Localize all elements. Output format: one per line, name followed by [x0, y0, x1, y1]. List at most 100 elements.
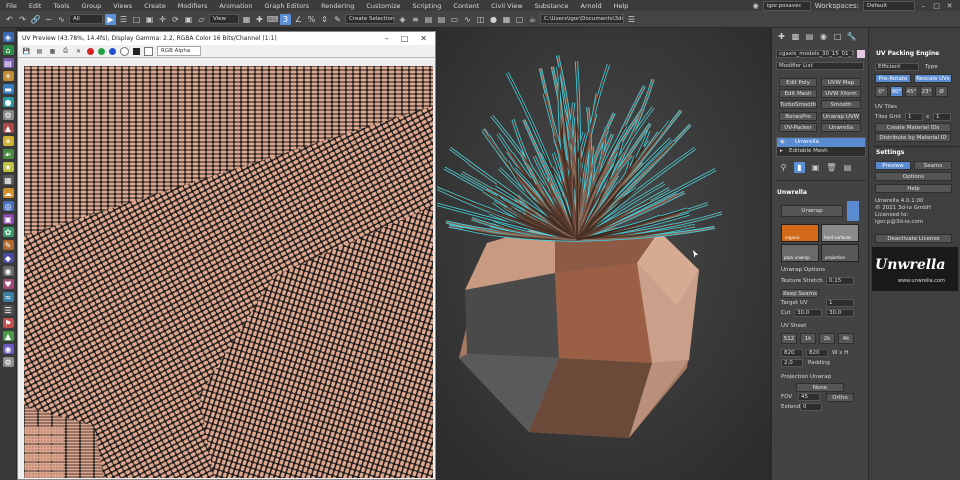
red-channel-icon[interactable] [87, 47, 94, 55]
rotate-icon[interactable]: ⟳ [170, 14, 181, 25]
uv-canvas[interactable] [24, 66, 433, 478]
pin-icon[interactable]: ▲ [2, 123, 14, 133]
menu-edit[interactable]: Edit [23, 2, 48, 10]
make-unique-icon[interactable]: ▣ [810, 162, 821, 173]
user-account[interactable]: igor.posavec [762, 0, 811, 11]
menu-content[interactable]: Content [447, 2, 485, 10]
turbosmooth-button[interactable]: TurboSmooth [779, 100, 817, 109]
menu-civil-view[interactable]: Civil View [485, 2, 528, 10]
schematic-view-icon[interactable]: ◫ [475, 14, 486, 25]
edit-named-sets-icon[interactable]: ✎ [332, 14, 343, 25]
clone-icon[interactable]: ▦ [48, 47, 57, 55]
material-editor-icon[interactable]: ● [488, 14, 499, 25]
hierarchy-tab-icon[interactable]: ▤ [804, 31, 815, 42]
window-crossing-icon[interactable]: ▣ [144, 14, 155, 25]
unwrap-button[interactable]: Unwrap [781, 205, 843, 217]
object-name-field[interactable]: cgaxis_models_30_15_01_1 [776, 50, 854, 58]
preset-organic-thumb[interactable]: organic [781, 224, 819, 242]
menu-scripting[interactable]: Scripting [407, 2, 448, 10]
cube-icon[interactable]: ▣ [2, 214, 14, 224]
stack-item-unwrella[interactable]: ◉ Unwrella [777, 138, 865, 147]
grid-icon[interactable]: ▦ [2, 175, 14, 185]
bind-space-warp-icon[interactable]: ∿ [56, 14, 67, 25]
sheet-512-button[interactable]: 512 [781, 333, 797, 344]
uvw-map-button[interactable]: UVW Map [821, 78, 861, 87]
texture-stretch-field[interactable]: 0,15 [826, 277, 854, 285]
heart-icon[interactable]: ♥ [2, 279, 14, 289]
display-tab-icon[interactable]: □ [832, 31, 843, 42]
menu-group[interactable]: Group [76, 2, 108, 10]
target-uv-field[interactable]: 1 [826, 299, 854, 307]
select-by-name-icon[interactable]: ☰ [118, 14, 129, 25]
sun-icon[interactable]: ☀ [2, 136, 14, 146]
uv-maximize-icon[interactable]: □ [401, 34, 409, 43]
copy-icon[interactable]: ▤ [35, 47, 44, 55]
edit-mesh-button[interactable]: Edit Mesh [779, 89, 817, 98]
keyboard-shortcut-icon[interactable]: ⌨ [267, 14, 279, 25]
blue-channel-icon[interactable] [109, 47, 116, 55]
modify-tab-icon[interactable]: ▩ [790, 31, 801, 42]
pivot-icon[interactable]: ▦ [241, 14, 252, 25]
select-manipulate-icon[interactable]: ✚ [254, 14, 265, 25]
print-icon[interactable]: ⎙ [61, 47, 70, 55]
cut-field-2[interactable]: 30,0 [826, 309, 854, 317]
uv-minimize-icon[interactable]: – [385, 34, 389, 43]
home-icon[interactable]: ⌂ [2, 45, 14, 55]
menu-graph-editors[interactable]: Graph Editors [259, 2, 316, 10]
sheet-1k-button[interactable]: 1k [800, 333, 816, 344]
tools-icon[interactable]: ⚙ [2, 110, 14, 120]
star-icon[interactable]: ★ [2, 162, 14, 172]
menu-tools[interactable]: Tools [47, 2, 75, 10]
ortho-button[interactable]: Ortho [826, 393, 854, 402]
preset-pack-unwrap-thumb[interactable]: pack unwrap [781, 244, 819, 262]
settings-icon[interactable]: ⚙ [2, 357, 14, 367]
angle-snap-icon[interactable]: ∠ [293, 14, 304, 25]
remove-modifier-icon[interactable]: 🗑 [826, 162, 837, 173]
sheet-2k-button[interactable]: 2k [819, 333, 835, 344]
distribute-by-material-button[interactable]: Distribute by Material ID [875, 133, 951, 142]
gem-icon[interactable]: ◆ [2, 253, 14, 263]
rect-selection-icon[interactable]: □ [131, 14, 142, 25]
bulb-icon[interactable]: ☀ [2, 71, 14, 81]
perspective-viewport[interactable] [437, 28, 770, 480]
scene-icon[interactable]: ◈ [2, 32, 14, 42]
mono-channel-icon[interactable] [133, 47, 140, 55]
expand-icon[interactable]: ▸ [780, 148, 783, 154]
channel-display-select[interactable]: RGB Alpha [157, 46, 201, 56]
grass-icon[interactable]: ☙ [2, 149, 14, 159]
green-channel-icon[interactable] [98, 47, 105, 55]
layers-icon[interactable]: ▤ [2, 58, 14, 68]
render-setup-icon[interactable]: ▦ [501, 14, 512, 25]
sheet-4k-button[interactable]: 4k [838, 333, 854, 344]
scale-icon[interactable]: ▣ [183, 14, 194, 25]
projection-mode-button[interactable]: None [796, 383, 844, 392]
redo-icon[interactable]: ↷ [17, 14, 28, 25]
unwrap-options-icon[interactable] [847, 201, 859, 221]
preset-projection-thumb[interactable]: projection [821, 244, 859, 262]
padding-field[interactable]: 2,0 [781, 359, 803, 367]
preview-button[interactable]: Preview [875, 161, 911, 170]
stack-item-editable-mesh[interactable]: ▸ Editable Mesh [777, 147, 865, 156]
clear-icon[interactable]: ✕ [74, 47, 83, 55]
scene-explorer-icon[interactable]: ▤ [423, 14, 434, 25]
percent-snap-icon[interactable]: % [306, 14, 317, 25]
angle-90-button[interactable]: 90° [890, 86, 903, 97]
seams-button[interactable]: Seams [914, 161, 952, 170]
snap-toggle-icon[interactable]: 3 [280, 13, 291, 25]
keep-seams-button[interactable]: Keep Seams [781, 289, 819, 298]
engine-select[interactable]: Efficient [875, 63, 919, 71]
smooth-button[interactable]: Smooth [821, 100, 861, 109]
menu-arnold[interactable]: Arnold [575, 2, 608, 10]
angle-free-button[interactable]: Ø [935, 86, 948, 97]
uv-packing-engine-title[interactable]: UV Packing Engine [876, 50, 939, 57]
object-color-swatch[interactable] [857, 50, 865, 58]
alpha-channel-icon[interactable] [120, 46, 129, 56]
deactivate-license-button[interactable]: Deactivate License [875, 234, 952, 243]
tiles-y-field[interactable]: 1 [933, 113, 951, 121]
extend-field[interactable]: 0 [800, 403, 822, 411]
angle-23-button[interactable]: 23° [920, 86, 933, 97]
unwrella-modifier-button[interactable]: Unwrella [821, 123, 861, 132]
undo-icon[interactable]: ↶ [4, 14, 15, 25]
uvw-xform-button[interactable]: UVW Xform [821, 89, 861, 98]
rescale-uvs-button[interactable]: Rescale UVs [914, 74, 952, 83]
